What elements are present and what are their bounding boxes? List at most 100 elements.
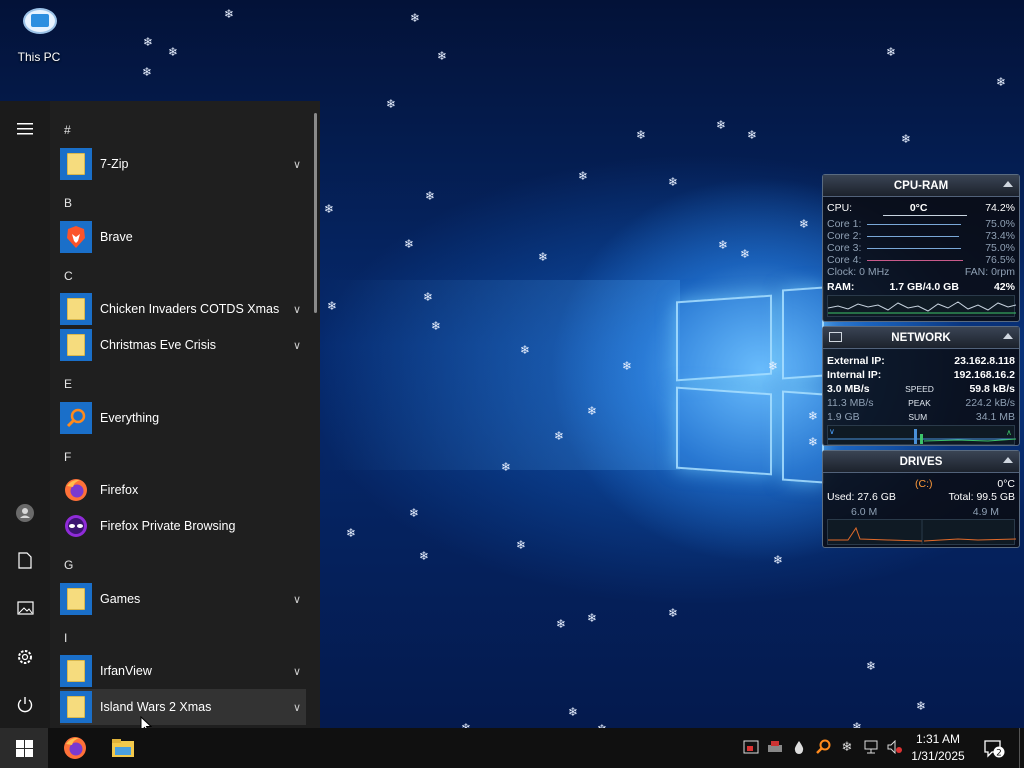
group-header[interactable]: C xyxy=(64,269,73,283)
speed-label: SPEED xyxy=(905,384,934,394)
snowflake-icon: ❄ xyxy=(808,409,819,423)
gadget-header[interactable]: DRIVES xyxy=(823,451,1019,473)
brave-icon xyxy=(60,221,92,253)
network-gadget[interactable]: NETWORK External IP: 23.162.8.118 Interna… xyxy=(822,326,1020,446)
svg-text:∨: ∨ xyxy=(829,427,835,436)
desktop-icon-this-pc[interactable]: This PC xyxy=(12,6,66,64)
ram-graph xyxy=(827,295,1017,317)
network-icon[interactable] xyxy=(862,738,880,756)
snowflake-icon: ❄ xyxy=(716,118,727,132)
snowflake-icon: ❄ xyxy=(386,97,397,111)
group-header[interactable]: B xyxy=(64,196,72,210)
windows-start-icon[interactable] xyxy=(0,728,48,768)
snowflake-icon: ❄ xyxy=(168,45,179,59)
app-name: 7-Zip xyxy=(100,157,129,171)
monitor-icon xyxy=(829,332,842,342)
app-name: Everything xyxy=(100,411,160,425)
core-value: 73.4% xyxy=(985,230,1015,242)
chevron-down-icon[interactable]: ∨ xyxy=(288,593,306,606)
app-item[interactable]: Chicken Invaders COTDS Xmas ∨ xyxy=(60,291,306,327)
settings-gear-icon[interactable] xyxy=(0,639,50,675)
snowflake-icon: ❄ xyxy=(901,132,912,146)
app-name: Firefox xyxy=(100,483,139,497)
app-item[interactable]: IrfanView ∨ xyxy=(60,653,306,689)
folder-icon xyxy=(60,691,92,723)
app-item-hovered[interactable]: Island Wars 2 Xmas ∨ xyxy=(60,689,306,725)
group-header[interactable]: # xyxy=(64,123,71,137)
gadget-title: DRIVES xyxy=(899,455,943,468)
firefox-icon[interactable] xyxy=(52,728,98,768)
gadget-header[interactable]: NETWORK xyxy=(823,327,1019,349)
group-header[interactable]: G xyxy=(64,558,73,572)
show-desktop-button[interactable] xyxy=(1019,728,1024,768)
snowflake-icon: ❄ xyxy=(520,343,531,357)
snowflake-icon: ❄ xyxy=(224,7,235,21)
snowflake-icon[interactable]: ❄ xyxy=(838,738,856,756)
taskbar-clock[interactable]: 1:31 AM 1/31/2025 xyxy=(905,731,971,765)
snowflake-icon: ❄ xyxy=(556,617,567,631)
internal-ip-label: Internal IP: xyxy=(827,369,882,381)
snowflake-icon: ❄ xyxy=(554,429,565,443)
user-avatar-icon[interactable] xyxy=(0,495,50,531)
snowflake-icon: ❄ xyxy=(327,299,338,313)
task-manager-icon[interactable] xyxy=(742,738,760,756)
documents-icon[interactable] xyxy=(0,542,50,578)
snowflake-icon: ❄ xyxy=(501,460,512,474)
snowflake-icon: ❄ xyxy=(578,169,589,183)
app-item[interactable]: Everything xyxy=(60,400,306,436)
notification-center-icon[interactable]: 2 xyxy=(980,728,1008,768)
app-item[interactable]: Games ∨ xyxy=(60,581,306,617)
snowflake-icon: ❄ xyxy=(768,359,779,373)
start-menu-scrollbar[interactable] xyxy=(314,113,317,313)
power-icon[interactable] xyxy=(0,687,50,723)
printer-icon[interactable] xyxy=(766,738,784,756)
start-menu-rail xyxy=(0,101,50,728)
app-item[interactable]: Christmas Eve Crisis ∨ xyxy=(60,327,306,363)
external-ip-label: External IP: xyxy=(827,355,885,367)
collapse-arrow-icon[interactable] xyxy=(1003,457,1013,463)
group-header[interactable]: F xyxy=(64,450,71,464)
snowflake-icon: ❄ xyxy=(668,606,679,620)
snowflake-icon: ❄ xyxy=(346,526,357,540)
clock-time: 1:31 AM xyxy=(915,732,961,746)
hamburger-menu-icon[interactable] xyxy=(0,111,50,147)
folder-icon xyxy=(60,293,92,325)
core-value: 75.0% xyxy=(985,242,1015,254)
cpu-ram-gadget[interactable]: CPU-RAM CPU: 0°C 74.2% Core 1: 75.0% Core… xyxy=(822,174,1020,322)
file-explorer-icon[interactable] xyxy=(100,728,146,768)
collapse-arrow-icon[interactable] xyxy=(1003,333,1013,339)
search-magnifier-icon[interactable] xyxy=(814,738,832,756)
taskbar: ❄ 1:31 AM 1/31/2025 2 xyxy=(0,728,1024,768)
chevron-down-icon[interactable]: ∨ xyxy=(288,303,306,316)
start-menu: # 7-Zip ∨ B Brave C Chicken Invaders COT… xyxy=(0,101,320,728)
app-item[interactable]: Firefox xyxy=(60,472,306,508)
folder-icon xyxy=(60,148,92,180)
drive-letter: (C:) xyxy=(915,478,933,490)
gadget-header[interactable]: CPU-RAM xyxy=(823,175,1019,197)
wallpaper-pane xyxy=(782,286,824,380)
drives-gadget[interactable]: DRIVES (C:) 0°C Used: 27.6 GB Total: 99.5… xyxy=(822,450,1020,548)
app-item[interactable]: 7-Zip ∨ xyxy=(60,146,306,182)
fan-speed: FAN: 0rpm xyxy=(964,266,1015,278)
collapse-arrow-icon[interactable] xyxy=(1003,181,1013,187)
snowflake-icon: ❄ xyxy=(324,202,335,216)
folder-icon xyxy=(60,583,92,615)
volume-muted-icon[interactable] xyxy=(886,738,904,756)
pictures-icon[interactable] xyxy=(0,590,50,626)
cpu-temp: 0°C xyxy=(909,202,928,214)
snowflake-icon: ❄ xyxy=(410,11,421,25)
snowflake-icon: ❄ xyxy=(886,45,897,59)
cpu-percent: 74.2% xyxy=(985,202,1015,214)
chevron-down-icon[interactable]: ∨ xyxy=(288,701,306,714)
app-item[interactable]: Brave xyxy=(60,219,306,255)
chevron-down-icon[interactable]: ∨ xyxy=(288,339,306,352)
chevron-down-icon[interactable]: ∨ xyxy=(288,665,306,678)
chevron-down-icon[interactable]: ∨ xyxy=(288,158,306,171)
snowflake-icon: ❄ xyxy=(516,538,527,552)
sum-label: SUM xyxy=(908,412,928,422)
group-header[interactable]: I xyxy=(64,631,67,645)
group-header[interactable]: E xyxy=(64,377,72,391)
this-pc-icon xyxy=(19,6,59,44)
app-item[interactable]: Firefox Private Browsing xyxy=(60,508,306,544)
water-drop-icon[interactable] xyxy=(790,738,808,756)
